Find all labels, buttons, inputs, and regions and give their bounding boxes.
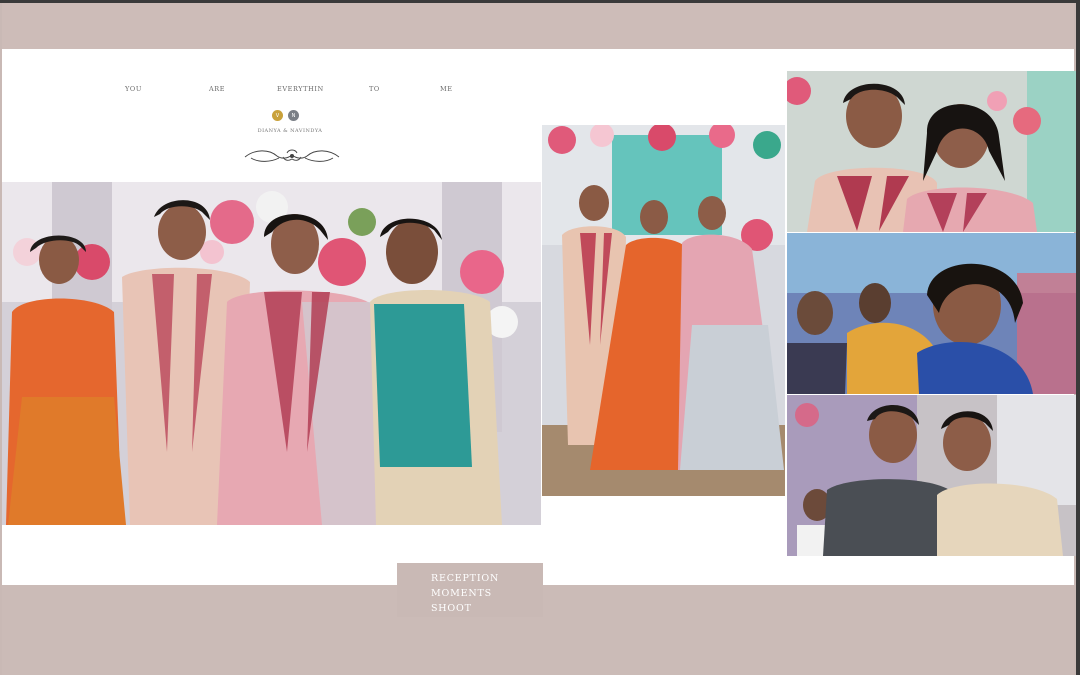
ornament-flourish-icon	[244, 149, 340, 162]
caption-line: SHOOT	[431, 603, 472, 614]
tagline-word: EVERYTHIN	[277, 85, 324, 93]
group-photo-main[interactable]	[2, 182, 541, 525]
tagline-word: ME	[440, 85, 453, 93]
caption-box: RECEPTION MOMENTS SHOOT	[397, 563, 543, 617]
monogram-badge-left: V	[272, 110, 283, 121]
tagline-word: TO	[369, 85, 380, 93]
tagline-word: ARE	[209, 85, 226, 93]
couple-names: DIANYA & NAVINDYA	[257, 128, 323, 134]
window-frame-right	[1076, 0, 1080, 675]
monogram-badge-right: N	[288, 110, 299, 121]
embrace-moment[interactable]	[787, 233, 1076, 394]
caption-line: MOMENTS	[431, 588, 492, 599]
tagline-word: YOU	[125, 85, 142, 93]
two-men-portrait[interactable]	[787, 395, 1076, 556]
monogram: V N	[272, 110, 299, 121]
tagline: YOU ARE EVERYTHIN TO ME	[0, 85, 540, 95]
couple-with-bridesmaid[interactable]	[542, 125, 785, 496]
couple-closeup[interactable]	[787, 71, 1076, 232]
top-band	[2, 3, 1074, 49]
caption-line: RECEPTION	[431, 573, 500, 584]
